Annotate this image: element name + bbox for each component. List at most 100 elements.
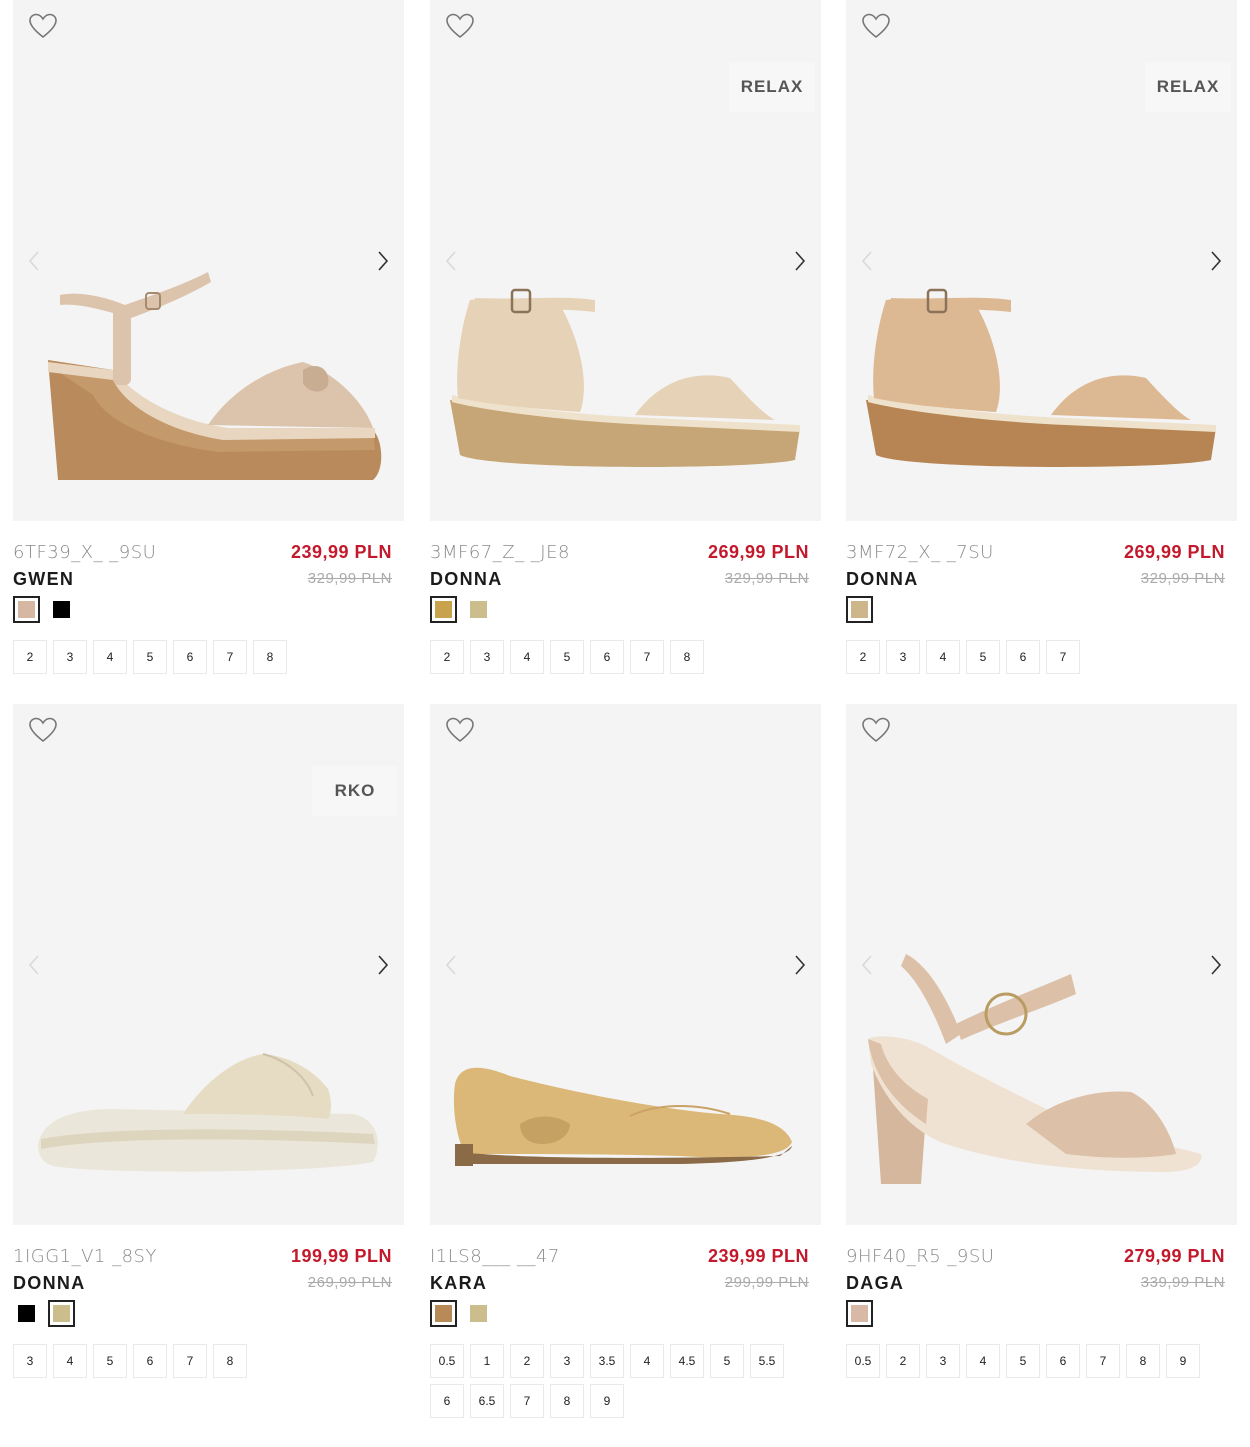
size-option[interactable]: 2 bbox=[13, 640, 47, 674]
color-swatch[interactable] bbox=[430, 1300, 457, 1327]
product-name[interactable]: GWEN bbox=[13, 569, 74, 590]
product-name[interactable]: DAGA bbox=[846, 1273, 904, 1294]
size-option[interactable]: 0.5 bbox=[846, 1344, 880, 1378]
size-option[interactable]: 3 bbox=[53, 640, 87, 674]
color-swatch[interactable] bbox=[846, 1300, 873, 1327]
chevron-left-icon[interactable] bbox=[25, 248, 45, 274]
heart-icon[interactable] bbox=[861, 716, 891, 744]
size-option[interactable]: 7 bbox=[630, 640, 664, 674]
size-option[interactable]: 5 bbox=[1006, 1344, 1040, 1378]
size-option[interactable]: 8 bbox=[253, 640, 287, 674]
size-option[interactable]: 4 bbox=[630, 1344, 664, 1378]
size-option[interactable]: 4 bbox=[510, 640, 544, 674]
product-image[interactable] bbox=[846, 704, 1237, 1225]
size-option[interactable]: 7 bbox=[1086, 1344, 1120, 1378]
chevron-right-icon[interactable] bbox=[789, 952, 809, 978]
size-option[interactable]: 6 bbox=[1006, 640, 1040, 674]
size-option[interactable]: 2 bbox=[430, 640, 464, 674]
size-option[interactable]: 7 bbox=[1046, 640, 1080, 674]
heart-icon[interactable] bbox=[861, 12, 891, 40]
size-option[interactable]: 6 bbox=[133, 1344, 167, 1378]
color-swatches bbox=[13, 1300, 75, 1327]
product-name[interactable]: DONNA bbox=[430, 569, 503, 590]
size-option[interactable]: 3 bbox=[550, 1344, 584, 1378]
size-option[interactable]: 4 bbox=[926, 640, 960, 674]
size-option[interactable]: 5 bbox=[966, 640, 1000, 674]
color-swatches bbox=[430, 596, 492, 623]
product-price: 239,99 PLN bbox=[707, 1246, 809, 1266]
color-swatch[interactable] bbox=[48, 1300, 75, 1327]
color-swatch[interactable] bbox=[13, 1300, 40, 1327]
product-name[interactable]: DONNA bbox=[846, 569, 919, 590]
size-option[interactable]: 2 bbox=[886, 1344, 920, 1378]
size-option[interactable]: 0.5 bbox=[430, 1344, 464, 1378]
size-option[interactable]: 7 bbox=[213, 640, 247, 674]
product-image[interactable] bbox=[13, 0, 404, 521]
chevron-left-icon[interactable] bbox=[442, 248, 462, 274]
product-image-area[interactable] bbox=[430, 704, 821, 1225]
size-option[interactable]: 6 bbox=[1046, 1344, 1080, 1378]
product-image[interactable] bbox=[430, 704, 821, 1225]
product-info: 9HF40_R5 _9SU 279,99 PLN 339,99 PLN DAGA… bbox=[846, 1246, 1237, 1406]
product-image-area[interactable]: RELAX bbox=[846, 0, 1237, 521]
color-swatches bbox=[13, 596, 75, 623]
heart-icon[interactable] bbox=[28, 716, 58, 744]
size-option[interactable]: 4 bbox=[966, 1344, 1000, 1378]
chevron-left-icon[interactable] bbox=[25, 952, 45, 978]
size-option[interactable]: 4 bbox=[93, 640, 127, 674]
size-option[interactable]: 3.5 bbox=[590, 1344, 624, 1378]
heart-icon[interactable] bbox=[28, 12, 58, 40]
size-option[interactable]: 6 bbox=[173, 640, 207, 674]
size-option[interactable]: 3 bbox=[470, 640, 504, 674]
product-image-area[interactable]: RKO bbox=[13, 704, 404, 1225]
size-option[interactable]: 3 bbox=[926, 1344, 960, 1378]
chevron-right-icon[interactable] bbox=[372, 952, 392, 978]
size-option[interactable]: 1 bbox=[470, 1344, 504, 1378]
chevron-left-icon[interactable] bbox=[442, 952, 462, 978]
chevron-left-icon[interactable] bbox=[858, 248, 878, 274]
size-option[interactable]: 3 bbox=[13, 1344, 47, 1378]
size-option[interactable]: 4.5 bbox=[670, 1344, 704, 1378]
color-swatch[interactable] bbox=[465, 596, 492, 623]
product-name[interactable]: DONNA bbox=[13, 1273, 86, 1294]
color-swatch[interactable] bbox=[430, 596, 457, 623]
chevron-left-icon[interactable] bbox=[858, 952, 878, 978]
color-swatch-fill bbox=[851, 601, 868, 618]
size-option[interactable]: 6 bbox=[430, 1384, 464, 1418]
size-option[interactable]: 7 bbox=[510, 1384, 544, 1418]
size-option[interactable]: 8 bbox=[213, 1344, 247, 1378]
size-option[interactable]: 6 bbox=[590, 640, 624, 674]
product-info: 6TF39_X_ _9SU 239,99 PLN 329,99 PLN GWEN… bbox=[13, 542, 404, 702]
size-option[interactable]: 3 bbox=[886, 640, 920, 674]
product-image-area[interactable] bbox=[13, 0, 404, 521]
chevron-right-icon[interactable] bbox=[1205, 248, 1225, 274]
heart-icon[interactable] bbox=[445, 716, 475, 744]
product-image-area[interactable]: RELAX bbox=[430, 0, 821, 521]
heart-icon[interactable] bbox=[445, 12, 475, 40]
product-image-area[interactable] bbox=[846, 704, 1237, 1225]
chevron-right-icon[interactable] bbox=[1205, 952, 1225, 978]
size-option[interactable]: 5 bbox=[133, 640, 167, 674]
chevron-right-icon[interactable] bbox=[789, 248, 809, 274]
size-option[interactable]: 9 bbox=[590, 1384, 624, 1418]
color-swatch[interactable] bbox=[846, 596, 873, 623]
color-swatch[interactable] bbox=[13, 596, 40, 623]
size-option[interactable]: 8 bbox=[1126, 1344, 1160, 1378]
size-option[interactable]: 5 bbox=[550, 640, 584, 674]
size-option[interactable]: 6.5 bbox=[470, 1384, 504, 1418]
size-option[interactable]: 8 bbox=[550, 1384, 584, 1418]
product-price: 199,99 PLN bbox=[290, 1246, 392, 1266]
size-option[interactable]: 4 bbox=[53, 1344, 87, 1378]
size-option[interactable]: 5 bbox=[93, 1344, 127, 1378]
product-name[interactable]: KARA bbox=[430, 1273, 487, 1294]
size-option[interactable]: 9 bbox=[1166, 1344, 1200, 1378]
size-option[interactable]: 2 bbox=[846, 640, 880, 674]
size-option[interactable]: 5.5 bbox=[750, 1344, 784, 1378]
size-option[interactable]: 8 bbox=[670, 640, 704, 674]
color-swatch[interactable] bbox=[48, 596, 75, 623]
color-swatch[interactable] bbox=[465, 1300, 492, 1327]
size-option[interactable]: 7 bbox=[173, 1344, 207, 1378]
chevron-right-icon[interactable] bbox=[372, 248, 392, 274]
size-option[interactable]: 5 bbox=[710, 1344, 744, 1378]
size-option[interactable]: 2 bbox=[510, 1344, 544, 1378]
